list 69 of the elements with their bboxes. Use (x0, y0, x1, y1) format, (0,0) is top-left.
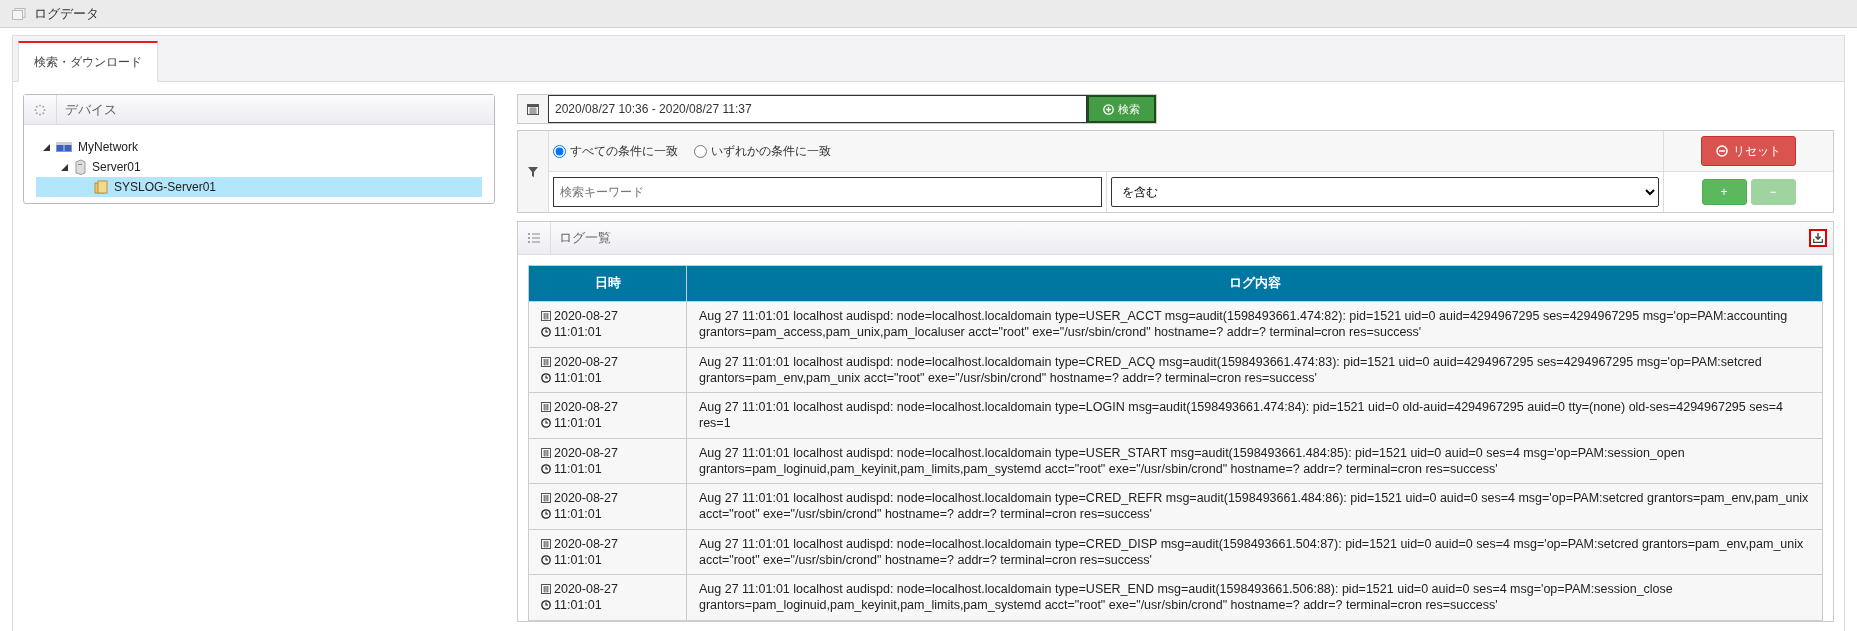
spinner-icon (34, 103, 46, 116)
calendar-icon (541, 538, 551, 549)
log-time: 11:01:01 (554, 460, 602, 477)
list-icon (528, 233, 540, 243)
log-message: Aug 27 11:01:01 localhost audispd: node=localhost.localdomain type=CRED_REFR msg=audit(1598493661.484:86): pid=1521 uid=0 auid=0 ses=4 msg='op=PAM:setcred grantors=pam_env,pam_unix acct="root" exe="/usr/sbin/crond" hostname=? addr=? terminal=cron res=success' (686, 483, 1823, 529)
window-title: ログデータ (34, 4, 99, 23)
tab[interactable]: 検索・ダウンロード (18, 41, 158, 82)
download-icon (1813, 233, 1823, 243)
calendar-icon (541, 584, 551, 595)
date-range-field[interactable]: 2020/08/27 10:36 - 2020/08/27 11:37 (548, 95, 1087, 123)
reset-button[interactable]: リセット (1701, 136, 1796, 166)
collapse-triangle-icon[interactable] (42, 143, 50, 151)
log-date: 2020-08-27 (554, 490, 618, 507)
clock-icon (541, 327, 551, 338)
clock-icon (541, 554, 551, 565)
tree-label: SYSLOG-Server01 (114, 179, 217, 196)
log-time: 11:01:01 (554, 415, 602, 432)
calendar-icon (541, 447, 551, 458)
log-message: Aug 27 11:01:01 localhost audispd: node=localhost.localdomain type=USER_START msg=audit(1598493661.484:85): pid=1521 uid=0 auid=0 ses=4 msg='op=PAM:session_open grantors=pam_loginuid,pam_keyinit,pam_limits,pam_systemd acct="root" exe="/usr/sbin/crond" hostname=? addr=? terminal=cron res=success' (686, 438, 1823, 484)
log-date: 2020-08-27 (554, 444, 618, 461)
calendar-icon (527, 103, 539, 115)
clock-icon (541, 372, 551, 383)
collapse-triangle-icon[interactable] (60, 163, 68, 171)
log-time: 11:01:01 (554, 597, 602, 614)
radio-label: いずれかの条件に一致 (711, 143, 831, 160)
log-time: 11:01:01 (554, 506, 602, 523)
minus-circle-icon (1716, 145, 1728, 157)
download-button[interactable] (1809, 229, 1827, 247)
log-date: 2020-08-27 (554, 535, 618, 552)
calendar-icon (541, 356, 551, 367)
log-date: 2020-08-27 (554, 308, 618, 325)
tree-item[interactable]: Server01 (36, 157, 482, 177)
keyword-field[interactable]: 検索キーワード (553, 177, 1102, 207)
server-icon (74, 159, 86, 175)
log-message: Aug 27 11:01:01 localhost audispd: node=localhost.localdomain type=CRED_DISP msg=audit(1598493661.504:87): pid=1521 uid=0 auid=0 ses=4 msg='op=PAM:setcred grantors=pam_env,pam_unix acct="root" exe="/usr/sbin/crond" hostname=? addr=? terminal=cron res=success' (686, 529, 1823, 575)
log-message: Aug 27 11:01:01 localhost audispd: node=localhost.localdomain type=CRED_ACQ msg=audit(1598493661.474:83): pid=1521 uid=0 auid=4294967295 ses=4294967295 msg='op=PAM:setcred grantors=pam_env,pam_unix acct="root" exe="/usr/sbin/crond" hostname=? addr=? terminal=cron res=success' (686, 347, 1823, 393)
calendar-icon (541, 402, 551, 413)
clock-icon (541, 509, 551, 520)
log-date: 2020-08-27 (554, 581, 618, 598)
plus-circle-icon (1103, 103, 1114, 115)
panel-title: デバイス (64, 100, 117, 119)
log-message: Aug 27 11:01:01 localhost audispd: node=localhost.localdomain type=LOGIN msg=audit(1598493661.474:84): pid=1521 uid=0 old-auid=4294967295 auid=0 tty=(none) old-ses=4294967295 ses=4 res=1 (686, 392, 1823, 438)
pages-icon (12, 7, 26, 20)
clock-icon (541, 418, 551, 429)
log-time: 11:01:01 (554, 551, 602, 568)
column-header: ログ内容 (686, 265, 1823, 302)
tree-item[interactable]: MyNetwork (36, 137, 482, 157)
log-message: Aug 27 11:01:01 localhost audispd: node=localhost.localdomain type=USER_ACCT msg=audit(1598493661.474:82): pid=1521 uid=0 auid=4294967295 ses=4294967295 msg='op=PAM:accounting grantors=pam_access,pam_unix,pam_localuser acct="root" exe="/usr/sbin/crond" hostname=? addr=? terminal=cron res=success' (686, 301, 1823, 347)
radio-label: すべての条件に一致 (570, 143, 678, 160)
calendar-icon (541, 311, 551, 322)
panel-title: ログ一覧 (558, 229, 611, 248)
log-time: 11:01:01 (554, 369, 602, 386)
log-time: 11:01:01 (554, 324, 602, 341)
filter-icon (528, 166, 538, 177)
tree-label: MyNetwork (78, 139, 138, 156)
column-header: 日時 (528, 265, 687, 302)
tree-item[interactable]: SYSLOG-Server01 (36, 177, 482, 197)
radio-button[interactable] (694, 144, 707, 158)
network-icon (56, 142, 72, 152)
log-date: 2020-08-27 (554, 399, 618, 416)
calendar-icon (541, 493, 551, 504)
folder-icon (94, 180, 108, 194)
clock-icon (541, 600, 551, 611)
tree-label: Server01 (92, 159, 141, 176)
radio-button[interactable] (553, 144, 566, 158)
condition-select[interactable]: を含む (1110, 177, 1659, 207)
log-message: Aug 27 11:01:01 localhost audispd: node=localhost.localdomain type=USER_END msg=audit(1598493661.506:88): pid=1521 uid=0 auid=0 ses=4 msg='op=PAM:session_close grantors=pam_loginuid,pam_keyinit,pam_limits,pam_systemd acct="root" exe="/usr/sbin/crond" hostname=? addr=? terminal=cron res=success' (686, 574, 1823, 620)
log-date: 2020-08-27 (554, 353, 618, 370)
clock-icon (541, 463, 551, 474)
